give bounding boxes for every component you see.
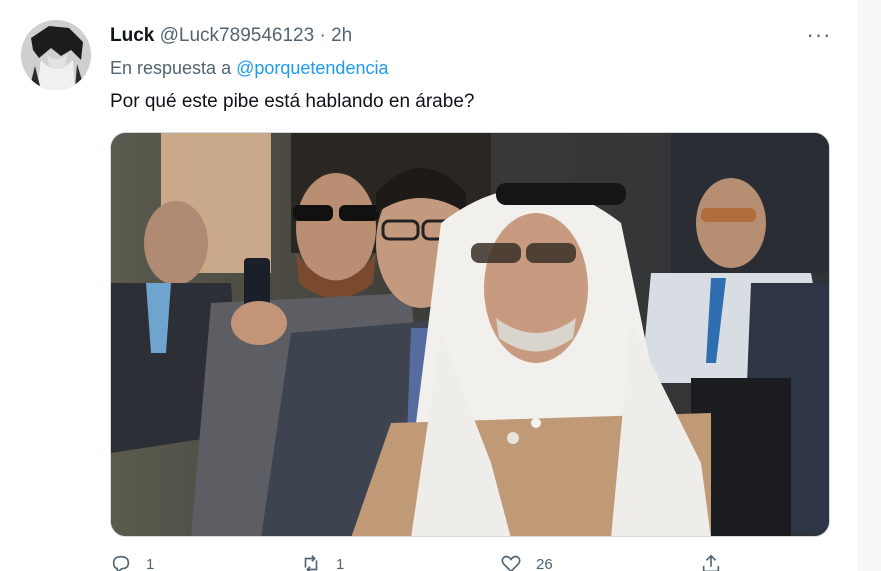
like-button[interactable]: 26 bbox=[500, 552, 700, 571]
avatar-image bbox=[21, 20, 91, 90]
media-photo bbox=[111, 133, 829, 536]
reply-context: En respuesta a @porquetendencia bbox=[110, 56, 388, 80]
reply-button[interactable]: 1 bbox=[110, 552, 300, 571]
author-name[interactable]: Luck bbox=[110, 25, 154, 46]
retweet-button[interactable]: 1 bbox=[300, 552, 500, 571]
more-dots-icon[interactable]: ··· bbox=[804, 22, 834, 48]
tweet-header: Luck @Luck789546123 · 2h bbox=[110, 24, 352, 48]
retweet-count: 1 bbox=[336, 555, 345, 571]
tweet-text: Por qué este pibe está hablando en árabe… bbox=[110, 91, 475, 112]
avatar[interactable] bbox=[21, 20, 91, 90]
share-button[interactable] bbox=[700, 552, 760, 571]
reply-count: 1 bbox=[146, 555, 155, 571]
reply-prefix: En respuesta a bbox=[110, 58, 232, 78]
share-icon bbox=[702, 554, 720, 571]
separator-dot: · bbox=[319, 25, 326, 46]
tweet-card[interactable]: Luck @Luck789546123 · 2h ··· En respuest… bbox=[0, 0, 859, 571]
like-count: 26 bbox=[536, 555, 553, 571]
tweet-media-image[interactable] bbox=[110, 132, 830, 537]
tweet-actions-bar: 1 1 26 bbox=[110, 552, 830, 571]
reply-mention-link[interactable]: @porquetendencia bbox=[236, 58, 388, 78]
retweet-icon bbox=[304, 555, 318, 571]
author-handle[interactable]: @Luck789546123 bbox=[160, 25, 315, 46]
heart-icon bbox=[501, 555, 521, 571]
tweet-timestamp[interactable]: 2h bbox=[331, 25, 352, 46]
reply-bubble-icon bbox=[112, 555, 130, 571]
